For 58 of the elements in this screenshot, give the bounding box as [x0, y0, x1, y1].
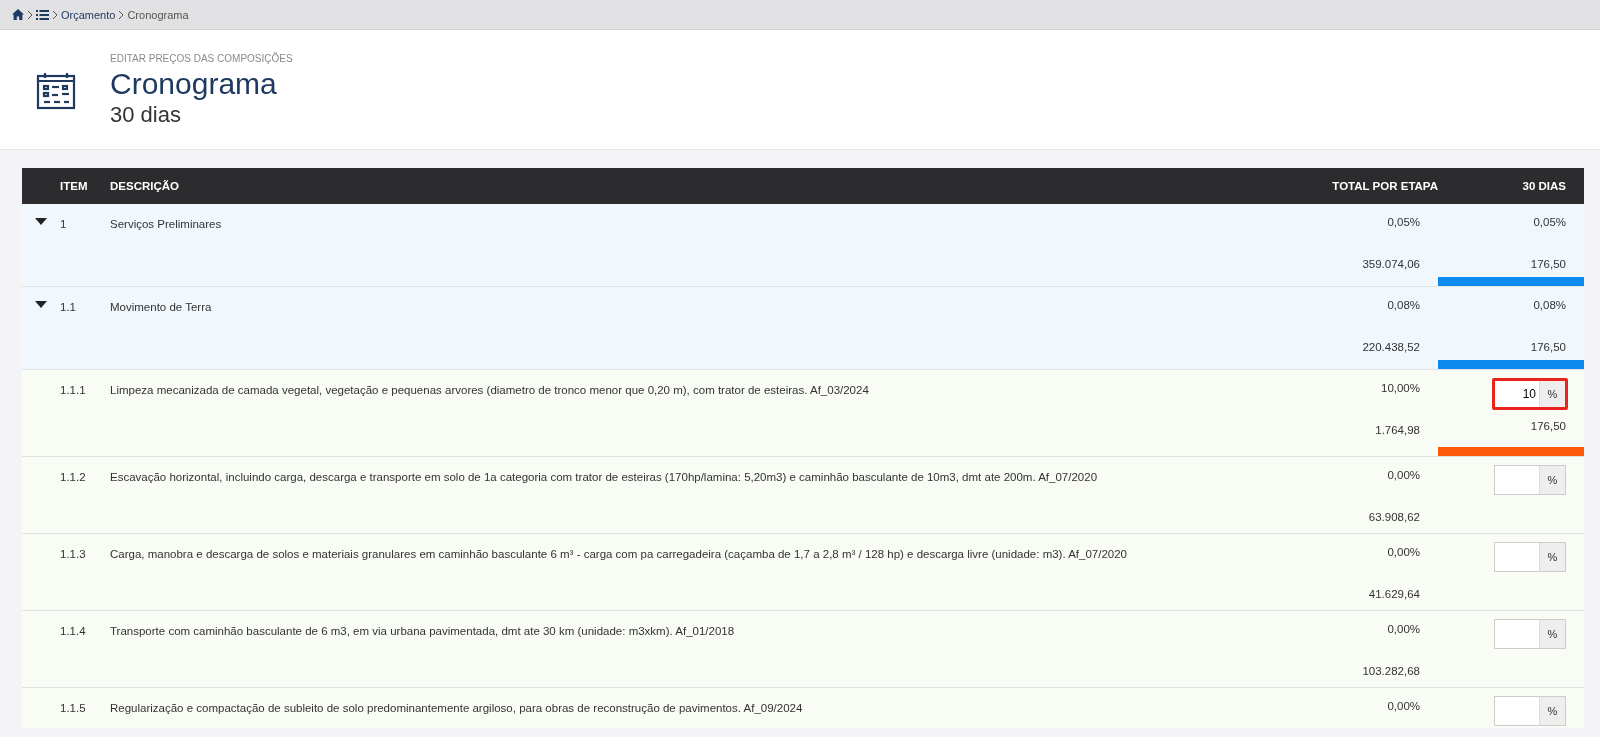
breadcrumb-link[interactable]: Orçamento — [61, 8, 116, 21]
item-number: 1.1.2 — [60, 470, 87, 485]
day-value: 176,50 — [1530, 258, 1566, 270]
item-number: 1.1.4 — [60, 624, 87, 639]
page-subtitle: 30 dias — [110, 102, 182, 128]
breadcrumb-current: Cronograma — [127, 8, 189, 21]
item-description: Carga, manobra e descarga de solos e materiais granulares em caminhão basculante 6 m³ - carga com pa carregadeira (caçamba de 1,7 a 2,8 m³ / 128 hp) e descarga livre (unidade: m3). Af_07/2020 — [110, 547, 1129, 562]
item-number: 1.1.5 — [60, 701, 87, 716]
percent-input-field[interactable]: 10 — [1495, 381, 1539, 407]
total-value: 41.629,64 — [1368, 588, 1420, 600]
item-description: Movimento de Terra — [110, 300, 213, 315]
total-percent: 0,00% — [1387, 469, 1420, 481]
column-header: ITEM — [60, 180, 89, 192]
page-title: Cronograma — [110, 68, 278, 100]
item-description: Serviços Preliminares — [110, 217, 223, 232]
total-percent: 0,00% — [1387, 623, 1420, 635]
unit-label: % — [1539, 543, 1565, 571]
total-value: 220.438,52 — [1362, 341, 1420, 353]
chevron-icon[interactable] — [118, 9, 125, 20]
item-description: Transporte com caminhão basculante de 6 m3, em via urbana pavimentada, dmt ate 30 km (unidade: m3xkm). Af_01/2018 — [110, 624, 736, 639]
percent-input-group[interactable]: % — [1494, 619, 1566, 649]
unit-label: % — [1539, 697, 1565, 725]
day-percent: 0,08% — [1533, 299, 1566, 311]
total-value: 1.764,98 — [1375, 424, 1420, 436]
item-description: Limpeza mecanizada de camada vegetal, vegetação e pequenas arvores (diametro de tronco menor que 0,20 m), com trator de esteiras. Af_03/2024 — [110, 383, 870, 398]
day-value: 176,50 — [1530, 341, 1566, 353]
percent-input-group[interactable]: % — [1494, 542, 1566, 572]
total-value: 359.074,06 — [1362, 258, 1420, 270]
item-number: 1.1.3 — [60, 547, 87, 562]
total-value: 103.282,68 — [1362, 665, 1420, 677]
column-header: TOTAL POR ETAPA — [1331, 180, 1438, 192]
total-percent: 10,00% — [1381, 382, 1420, 394]
item-description: Regularização e compactação de subleito de solo predominantemente argiloso, para obras de reconstrução de pavimentos. Af_09/2024 — [110, 701, 804, 716]
chevron-icon[interactable] — [27, 9, 33, 20]
total-percent: 0,00% — [1387, 700, 1420, 712]
total-percent: 0,05% — [1387, 216, 1420, 228]
home-icon[interactable] — [12, 9, 24, 20]
list-icon[interactable] — [36, 9, 49, 20]
unit-label: % — [1539, 381, 1565, 407]
item-number: 1.1.1 — [60, 383, 87, 398]
chevron-icon[interactable] — [52, 9, 58, 20]
percent-input-group[interactable]: % — [1494, 696, 1566, 726]
column-header: DESCRIÇÃO — [110, 180, 180, 192]
item-number: 1.1 — [60, 300, 77, 315]
item-number: 1 — [60, 217, 68, 232]
calendar-icon — [36, 72, 76, 110]
item-description: Escavação horizontal, incluindo carga, descarga e transporte em solo de 1a categoria com trator de esteiras (170hp/lamina: 5,20m3) e caminhão basculante de 10m3, dmt ate 200m. Af_07/2020 — [110, 470, 1099, 485]
unit-label: % — [1539, 466, 1565, 494]
total-percent: 0,00% — [1387, 546, 1420, 558]
unit-label: % — [1539, 620, 1565, 648]
total-percent: 0,08% — [1387, 299, 1420, 311]
page-overline: EDITAR PREÇOS DAS COMPOSIÇÕES — [110, 53, 293, 64]
day-percent: 0,05% — [1533, 216, 1566, 228]
day-value: 176,50 — [1530, 420, 1566, 432]
percent-input-group[interactable]: % — [1494, 465, 1566, 495]
column-header: 30 DIAS — [1521, 180, 1567, 192]
percent-input-group[interactable]: 10 % — [1492, 378, 1568, 410]
total-value: 63.908,62 — [1368, 511, 1420, 523]
